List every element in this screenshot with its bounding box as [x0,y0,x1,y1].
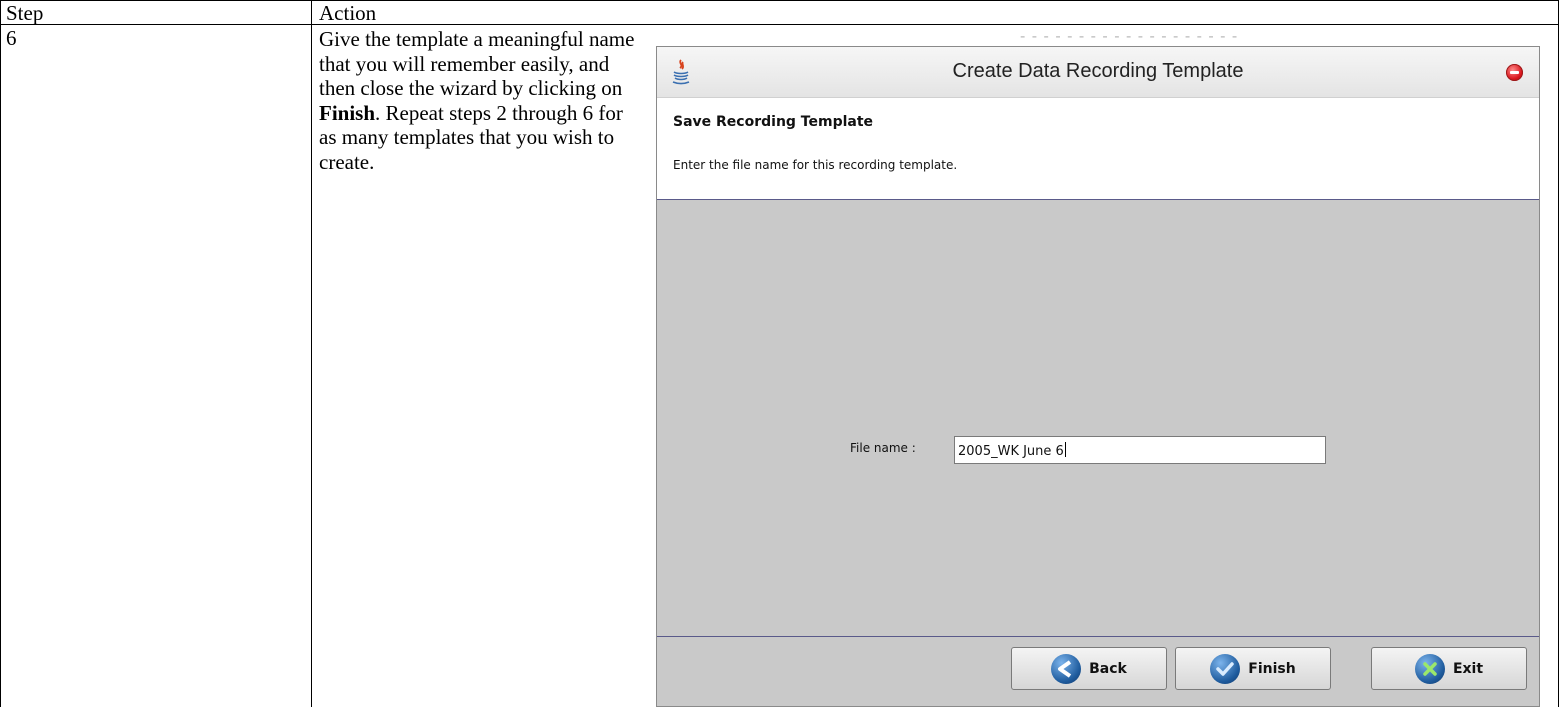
header-action: Action [319,1,377,25]
text-caret [1064,442,1066,457]
finish-button[interactable]: Finish [1175,647,1331,690]
back-button[interactable]: Back [1011,647,1167,690]
checkmark-icon [1210,653,1241,684]
wizard-content-panel: File name : 2005_WK June 6 [657,200,1539,636]
table-column-divider [311,0,312,707]
table-header-divider [0,24,1559,25]
wizard-step-title: Save Recording Template [673,114,874,130]
header-step: Step [6,1,44,25]
file-name-input[interactable]: 2005_WK June 6 [954,436,1326,464]
dialog-title: Create Data Recording Template [952,60,1244,82]
wizard-dialog: Create Data Recording Template Save Reco… [656,46,1540,707]
instructions-bold: Finish [319,100,376,125]
instructions-part1: Give the template a meaningful name that… [319,27,635,100]
close-icon[interactable] [1506,64,1523,81]
finish-button-label: Finish [1248,660,1296,677]
table-border-top [0,0,1559,1]
background-window-title-fragment: - - - - - - - - - - - - - - - - - - - [1020,36,1239,45]
back-arrow-icon [1051,653,1082,684]
step-number: 6 [6,26,17,50]
table-border-right [1558,0,1559,707]
dialog-titlebar[interactable]: Create Data Recording Template [657,47,1539,98]
file-name-value: 2005_WK June 6 [958,444,1064,459]
wizard-step-description: Enter the file name for this recording t… [673,158,958,172]
step-instructions: Give the template a meaningful name that… [319,27,644,174]
exit-button[interactable]: Exit [1371,647,1527,690]
x-icon [1414,653,1445,684]
table-border-left [0,0,1,707]
exit-button-label: Exit [1452,660,1484,677]
file-name-label: File name : [850,441,916,455]
wizard-button-bar: Back Finish Exit [657,637,1539,706]
wizard-header-panel: Save Recording Template Enter the file n… [657,98,1539,200]
back-button-label: Back [1089,660,1127,677]
